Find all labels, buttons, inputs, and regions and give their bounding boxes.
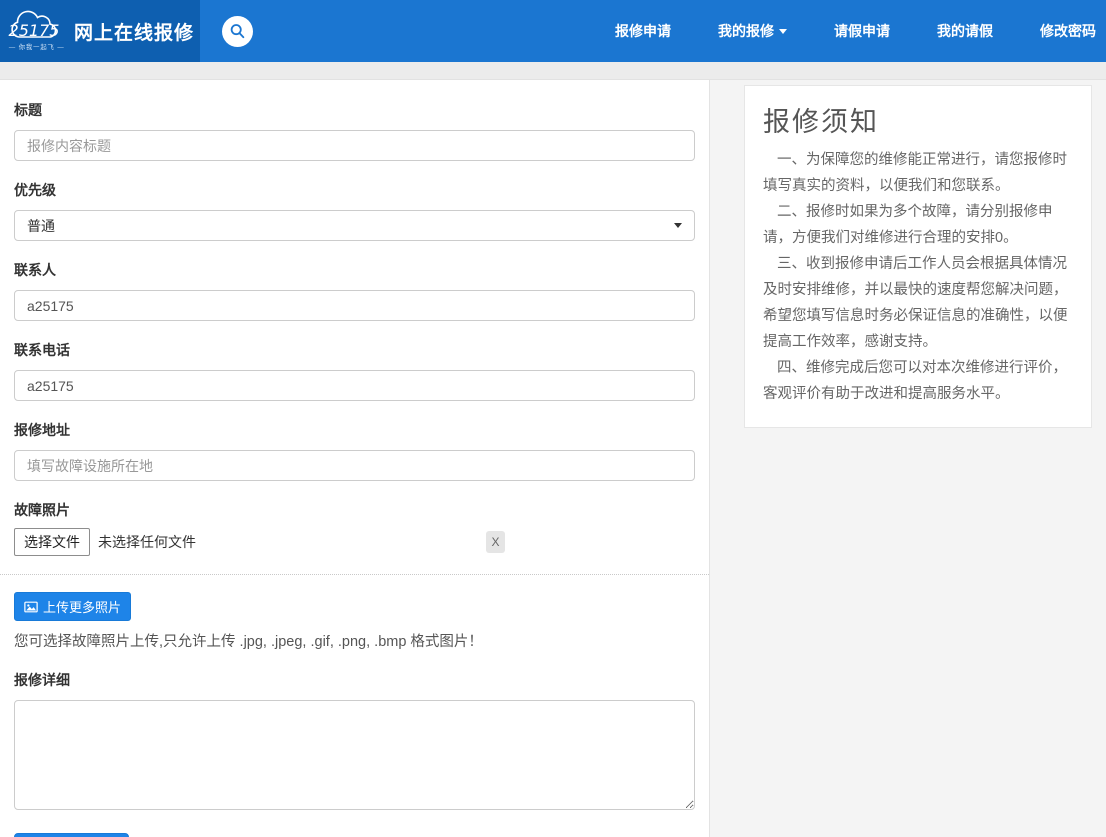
detail-label: 报修详细 xyxy=(14,672,70,688)
detail-group: 报修详细 xyxy=(14,670,695,815)
priority-selected-value: 普通 xyxy=(27,217,55,234)
notice-title: 报修须知 xyxy=(763,107,879,137)
nav-item-leave-apply[interactable]: 请假申请 xyxy=(834,21,890,41)
detail-textarea[interactable] xyxy=(14,700,695,810)
chevron-down-icon xyxy=(779,28,787,34)
address-group: 报修地址 xyxy=(14,420,695,481)
file-input-row: 选择文件 未选择任何文件 X xyxy=(14,528,695,556)
priority-group: 优先级 普通 xyxy=(14,180,695,241)
title-group: 标题 xyxy=(14,100,695,161)
upload-format-note: 您可选择故障照片上传,只允许上传 .jpg, .jpeg, .gif, .png… xyxy=(14,634,483,650)
logo-slogan: — 你我一起飞 — xyxy=(8,44,65,51)
upload-more-button[interactable]: 上传更多照片 xyxy=(14,592,132,621)
nav-item-my-repairs[interactable]: 我的报修 xyxy=(718,21,787,41)
nav-item-label: 请假申请 xyxy=(834,23,890,39)
search-icon xyxy=(230,23,245,38)
remove-file-button[interactable]: X xyxy=(486,531,505,553)
notice-line: 一、为保障您的维修能正常进行，请您报修时填写真实的资料，以便我们和您联系。 xyxy=(763,152,1067,194)
priority-label: 优先级 xyxy=(14,182,56,198)
nav-item-my-leave[interactable]: 我的请假 xyxy=(937,21,993,41)
title-input[interactable] xyxy=(14,130,695,161)
nav-item-label: 我的请假 xyxy=(937,23,993,39)
site-title: 网上在线报修 xyxy=(74,22,195,44)
repair-notice-card: 报修须知 一、为保障您的维修能正常进行，请您报修时填写真实的资料，以便我们和您联… xyxy=(744,85,1092,428)
select-arrow-icon xyxy=(674,223,682,228)
repair-form: 标题 优先级 普通 联系人 联系电话 报修地址 故障照片 选择文件 xyxy=(0,80,710,837)
address-input[interactable] xyxy=(14,450,695,481)
brand-logo[interactable]: 25175 — 你我一起飞 — 网上在线报修 xyxy=(0,0,200,62)
cloud-icon: 25175 xyxy=(9,10,60,40)
photo-group: 故障照片 选择文件 未选择任何文件 X xyxy=(14,500,695,556)
contact-label: 联系人 xyxy=(14,262,56,278)
nav-item-repair-apply[interactable]: 报修申请 xyxy=(615,21,671,41)
phone-label: 联系电话 xyxy=(14,342,70,358)
photo-label: 故障照片 xyxy=(14,502,70,518)
dotted-divider xyxy=(0,574,709,575)
sidebar: 报修须知 一、为保障您的维修能正常进行，请您报修时填写真实的资料，以便我们和您联… xyxy=(710,80,1106,837)
phone-input[interactable] xyxy=(14,370,695,401)
notice-line: 二、报修时如果为多个故障，请分别报修申请，方便我们对维修进行合理的安排0。 xyxy=(763,204,1053,246)
nav-item-label: 修改密码 xyxy=(1040,23,1096,39)
phone-group: 联系电话 xyxy=(14,340,695,401)
navbar: 25175 — 你我一起飞 — 网上在线报修 报修申请 我的报修 请假申请 我的… xyxy=(0,0,1106,62)
title-label: 标题 xyxy=(14,102,42,118)
logo-cloud: 25175 — 你我一起飞 — xyxy=(6,10,64,52)
submit-repair-button[interactable]: 提交报修申请 xyxy=(14,833,129,837)
search-button[interactable] xyxy=(222,15,253,47)
notice-line: 三、收到报修申请后工作人员会根据具体情况及时安排维修，并以最快的速度帮您解决问题… xyxy=(763,256,1068,350)
main-nav: 报修申请 我的报修 请假申请 我的请假 修改密码 xyxy=(615,21,1106,41)
page-content: 标题 优先级 普通 联系人 联系电话 报修地址 故障照片 选择文件 xyxy=(0,80,1106,837)
file-status-text: 未选择任何文件 xyxy=(98,534,196,550)
notice-line: 四、维修完成后您可以对本次维修进行评价，客观评价有助于改进和提高服务水平。 xyxy=(763,360,1067,402)
priority-select[interactable]: 普通 xyxy=(14,210,695,241)
upload-more-label: 上传更多照片 xyxy=(43,600,122,615)
contact-group: 联系人 xyxy=(14,260,695,321)
nav-item-change-password[interactable]: 修改密码 xyxy=(1040,21,1096,41)
nav-item-label: 我的报修 xyxy=(718,23,774,39)
choose-file-button[interactable]: 选择文件 xyxy=(14,528,90,556)
address-label: 报修地址 xyxy=(14,422,70,438)
nav-item-label: 报修申请 xyxy=(615,23,671,39)
logo-number: 25175 xyxy=(9,21,60,40)
photo-icon xyxy=(24,601,38,612)
contact-input[interactable] xyxy=(14,290,695,321)
header-divider-strip xyxy=(0,62,1106,80)
